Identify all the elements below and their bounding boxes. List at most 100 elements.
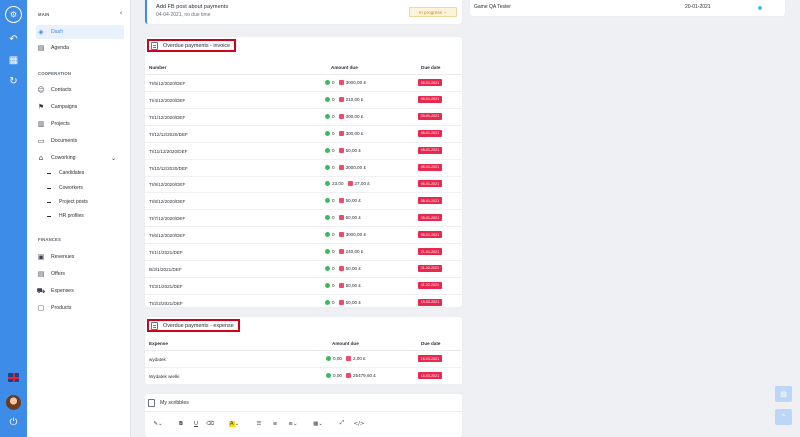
refresh-icon[interactable]: ↻ [7, 75, 20, 88]
sidebar-item-revenues[interactable]: ▣ Revenues [36, 250, 124, 264]
row-number: TI/9/12/2020/DEF [149, 182, 186, 188]
align-icon[interactable]: ≡⌄ [286, 418, 300, 429]
table-row[interactable]: TI/2/2/2021/DEF 0 50,00 £ 19-02-2021 [145, 295, 462, 312]
amount-due: 0 300,00 £ [325, 130, 363, 136]
row-number: TI/2/2/2021/DEF [149, 300, 183, 306]
revenue-icon: ▣ [37, 253, 45, 261]
table-row[interactable]: TI/4/12/2020/DEF 0 210,00 £ 05-01-2021 [145, 92, 462, 109]
dashboard-icon[interactable]: ▦ [7, 54, 20, 67]
unpaid-icon [338, 164, 344, 170]
due-date-badge: 11-02-2021 [418, 264, 442, 272]
table-row[interactable]: TI/7/12/2020/DEF 0 50,00 £ 05-01-2021 [145, 210, 462, 228]
table-row[interactable]: wydatek 0,00 2,00 £ 16-03-2021 [145, 351, 462, 368]
uk-flag-icon[interactable] [8, 373, 19, 382]
due-date-badge: 16-03-2021 [418, 372, 442, 379]
table-row[interactable]: TI/6/12/2020/DEF 0 3000,00 £ 05-01-2021 [145, 227, 462, 245]
brain-logo-icon[interactable]: ⚙ [5, 6, 22, 23]
section-main-label: MAIN [38, 12, 50, 17]
table-row[interactable]: TI/9/12/2020/DEF 23,00 27,00 £ 05-01-2021 [145, 176, 462, 194]
due-date-badge: 05-01-2021 [418, 95, 442, 103]
cart-icon: ⛟ [36, 286, 46, 295]
collapse-sidebar-icon[interactable]: ‹ [116, 8, 126, 18]
sidebar-item-expenses[interactable]: ⛟ Expenses [36, 284, 124, 298]
sidebar-item-contacts[interactable]: ☺ Contacts [36, 83, 124, 97]
sidebar-item-projects[interactable]: ▥ Projects [36, 117, 124, 131]
unpaid-icon [338, 299, 344, 305]
sidebar-sub-project-posts[interactable]: Project posts [47, 199, 88, 205]
row-number: TI/8/12/2020/DEF [149, 199, 186, 205]
table-row[interactable]: TI/1/12/2020/DEF 0 300,00 £ 05-01-2021 [145, 109, 462, 126]
document-icon [151, 321, 158, 330]
overdue-invoice-card: Overdue payments - invoice Number Amount… [145, 37, 462, 312]
amount-due: 0 50,00 £ [325, 265, 361, 271]
sidebar-sub-candidates[interactable]: Candidates [47, 170, 84, 176]
task-title: Add FB post about payments [156, 4, 229, 10]
bold-icon[interactable]: B [177, 418, 185, 429]
sidebar-item-agenda[interactable]: ▤ Agenda [36, 41, 124, 55]
logout-icon[interactable]: ⏻ [7, 416, 20, 429]
table-row[interactable]: TI/5/12/2020/DEF 0 3000,00 £ 05-01-2021 [145, 75, 462, 92]
back-arrow-icon[interactable]: ↶ [7, 33, 20, 46]
document-icon: ▭ [37, 137, 45, 145]
paid-icon [325, 113, 330, 119]
paid-icon [325, 164, 330, 170]
table-row[interactable]: TI/3/1/2021/DEF 0 50,00 £ 11-02-2021 [145, 278, 462, 295]
eraser-icon[interactable]: ⌫ [206, 418, 214, 429]
text-color-icon[interactable]: A ⌄ [227, 418, 241, 429]
paid-icon [325, 130, 330, 136]
paid-icon [325, 215, 330, 221]
unpaid-icon [338, 282, 344, 288]
notes-fab-icon[interactable]: ▧ [775, 386, 792, 402]
sidebar-item-dash[interactable]: ◈ Dash [36, 25, 124, 39]
calendar-icon: ▤ [37, 44, 45, 52]
col-amount: Amount due [332, 341, 359, 346]
paid-icon [325, 198, 330, 204]
table-icon[interactable]: ▦⌄ [311, 418, 325, 429]
underline-icon[interactable]: U [192, 418, 200, 429]
expense-table-header: Expense Amount due Due date [145, 337, 462, 351]
unordered-list-icon[interactable]: ☰ [255, 418, 263, 429]
unpaid-icon [338, 198, 344, 204]
sidebar-item-documents[interactable]: ▭ Documents [36, 134, 124, 148]
unpaid-icon [338, 113, 344, 119]
task-card[interactable]: Add FB post about payments 04-04-2021, n… [145, 0, 462, 24]
avatar[interactable] [6, 395, 21, 410]
col-expense: Expense [149, 341, 168, 346]
magic-wand-icon[interactable]: ✎⌄ [151, 418, 165, 429]
sidebar-sub-coworkers[interactable]: Coworkers [47, 185, 83, 191]
scroll-up-icon[interactable]: ⌃ [775, 409, 792, 425]
paid-icon [325, 232, 330, 238]
sidebar-item-offers[interactable]: ▤ Offers [36, 267, 124, 281]
icon-rail: ⚙ ↶ ▦ ↻ ⏻ [0, 0, 27, 437]
table-row[interactable]: TI/8/12/2020/DEF 0 50,00 £ 05-01-2021 [145, 193, 462, 211]
col-amount: Amount due [331, 65, 358, 70]
unpaid-icon [347, 181, 353, 187]
section-finances-label: FINANCES [38, 237, 62, 242]
status-dot [758, 6, 762, 10]
table-row[interactable]: TI/10/12/2020/DEF 0 3000,00 £ 05-01-2021 [145, 160, 462, 177]
unpaid-icon [338, 96, 344, 102]
amount-due: 0 50,00 £ [325, 147, 361, 153]
code-icon[interactable]: </> [353, 418, 364, 429]
table-row[interactable]: B/2/1/2021/DEF 0 50,00 £ 11-02-2021 [145, 261, 462, 278]
fullscreen-icon[interactable]: ⤢ [338, 418, 346, 429]
sidebar-item-campaigns[interactable]: ⚑ Campaigns [36, 100, 124, 114]
unpaid-icon [338, 80, 344, 85]
table-row[interactable]: TI/1/1/2021/DEF 0 240,00 £ 21-01-2021 [145, 244, 462, 261]
table-row[interactable]: Wydatek wielki 0,00 25479,60 £ 16-03-2021 [145, 368, 462, 385]
due-date-badge: 05-01-2021 [418, 214, 442, 222]
status-dropdown[interactable]: In progress ⌄ [409, 7, 457, 17]
sidebar-item-products[interactable]: ▢ Products [36, 301, 124, 315]
amount-due: 0 300,00 £ [325, 113, 363, 119]
list-item-title[interactable]: Game QA Tester [474, 4, 511, 10]
table-row[interactable]: TI/12/12/2020/DEF 0 300,00 £ 05-01-2021 [145, 126, 462, 143]
section-cooperation-label: COOPERATION [38, 71, 72, 76]
table-row[interactable]: TI/11/12/2020/DEF 0 50,00 £ 05-01-2021 [145, 143, 462, 160]
ordered-list-icon[interactable]: ≡ [271, 418, 279, 429]
sidebar-sub-hr-profiles[interactable]: HR profiles [47, 213, 84, 219]
invoice-table-header: Number Amount due Due date [145, 61, 462, 75]
row-number: B/2/1/2021/DEF [149, 266, 182, 272]
sidebar-item-coworking[interactable]: ⌂ Coworking ⌄ [36, 151, 124, 165]
amount-due: 0 3000,00 £ [325, 232, 366, 238]
megaphone-icon: ⚑ [37, 103, 45, 111]
